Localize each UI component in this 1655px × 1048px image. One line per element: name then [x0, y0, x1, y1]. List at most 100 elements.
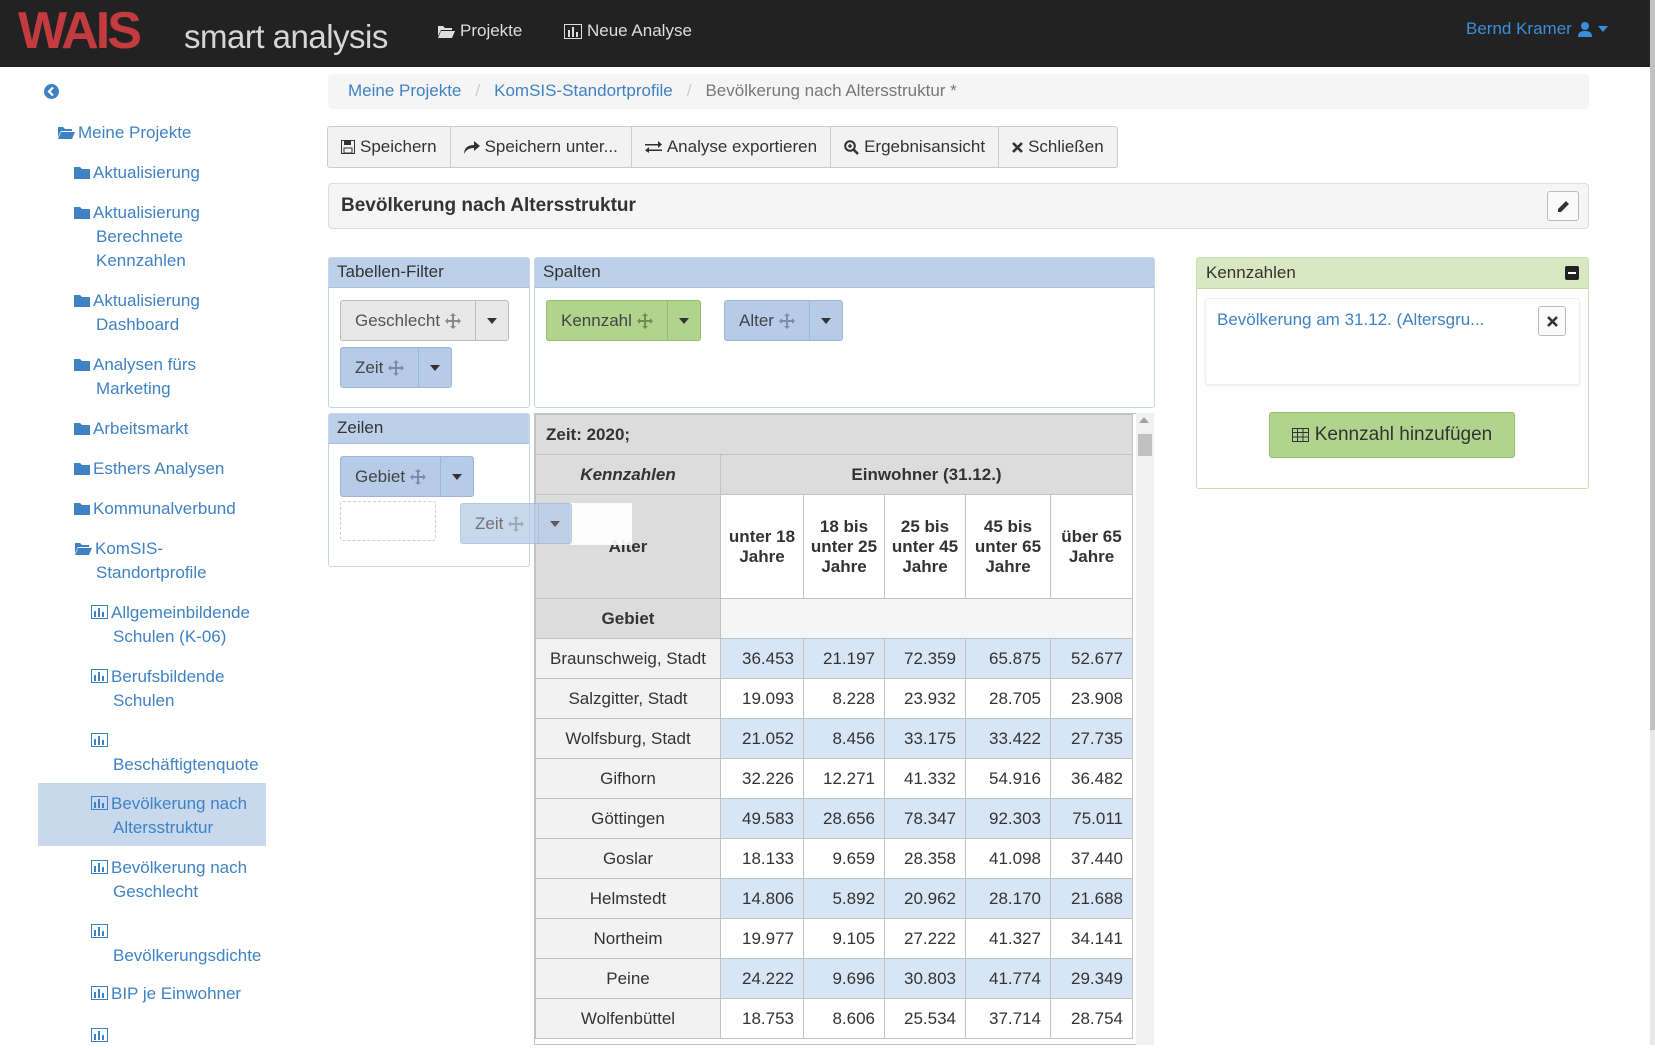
logo[interactable]: WAIS: [18, 3, 142, 59]
folder-open-icon: [58, 127, 75, 139]
table-cell: 25.534: [884, 998, 966, 1039]
sidebar-item-arbeitsmarkt[interactable]: Arbeitsmarkt: [74, 417, 188, 441]
age-col-3: 45 bis unter 65 Jahre: [965, 494, 1051, 599]
dragging-zeit-dropdown[interactable]: [538, 503, 573, 544]
table-row: Gifhorn 32.226 12.271 41.332 54.916 36.482: [535, 758, 1133, 799]
save-as-button[interactable]: Speichern unter...: [449, 126, 632, 168]
bar-chart-icon: [90, 859, 109, 875]
table-cell: 9.696: [803, 958, 885, 999]
table-scrollbar-thumb[interactable]: [1138, 434, 1152, 456]
top-navbar: WAIS smart analysis Projekte Neue Analys…: [0, 0, 1650, 67]
sidebar-item-aktualisierung[interactable]: Aktualisierung: [74, 161, 244, 185]
breadcrumb-komsis[interactable]: KomSIS-Standortprofile: [494, 81, 673, 102]
sidebar-subitem-allgemeinbildende[interactable]: Allgemeinbildende Schulen (K-06): [90, 601, 266, 649]
rows-header: Zeilen: [329, 414, 529, 444]
sidebar-subitem-beschaeftigtenquote[interactable]: Beschäftigtenquote: [90, 729, 266, 777]
export-button[interactable]: Analyse exportieren: [630, 126, 832, 168]
sidebar-subitem-bevoelkerungsdichte[interactable]: Bevölkerungsdichte: [90, 920, 266, 968]
sidebar-item-meine-projekte[interactable]: Meine Projekte: [57, 121, 191, 145]
close-icon: [1012, 141, 1023, 153]
row-label: Helmstedt: [535, 878, 721, 919]
table-cell: 33.175: [884, 718, 966, 759]
move-icon: [445, 312, 462, 329]
row-gebiet[interactable]: Gebiet: [340, 456, 475, 497]
bar-chart-icon: [90, 1027, 109, 1043]
remove-kennzahl-button[interactable]: [1538, 306, 1566, 336]
bar-chart-icon: [90, 985, 109, 1001]
table-cell: 14.806: [720, 878, 804, 919]
sidebar-subitem-berufsbildende[interactable]: Berufsbildende Schulen: [90, 665, 246, 713]
table-cell: 18.753: [720, 998, 804, 1039]
kennzahl-item: Bevölkerung am 31.12. (Altersgru...: [1205, 298, 1580, 385]
table-cell: 30.803: [884, 958, 966, 999]
table-cell: 21.052: [720, 718, 804, 759]
filter-zeit[interactable]: Zeit: [340, 347, 453, 388]
collapse-sidebar-icon[interactable]: [44, 84, 59, 99]
minus-square-icon[interactable]: [1565, 266, 1579, 280]
page-scrollbar-thumb[interactable]: [1650, 0, 1655, 730]
sidebar-item-komsis[interactable]: KomSIS-Standortprofile: [74, 537, 214, 585]
table-cell: 29.349: [1050, 958, 1133, 999]
share-icon: [463, 140, 480, 154]
sidebar-item-aktualisierung-dashboard[interactable]: Aktualisierung Dashboard: [74, 289, 234, 337]
table-scroll-up-arrow[interactable]: [1139, 417, 1149, 423]
row-label: Wolfenbüttel: [535, 998, 721, 1039]
table-cell: 34.141: [1050, 918, 1133, 959]
caret-down-icon: [820, 317, 831, 324]
rows-drop-placeholder[interactable]: [340, 501, 436, 541]
move-icon: [636, 312, 653, 329]
table-row: Wolfenbüttel 18.753 8.606 25.534 37.714 28.75…: [535, 998, 1133, 1039]
filter-geschlecht-dropdown[interactable]: [475, 300, 510, 341]
column-kennzahl[interactable]: Kennzahl: [546, 300, 701, 341]
sidebar-item-aktualisierung-berechnete[interactable]: Aktualisierung Berechnete Kennzahlen: [74, 201, 239, 273]
caret-down-icon: [430, 364, 441, 371]
table-cell: 28.358: [884, 838, 966, 879]
sidebar-item-esthers-analysen[interactable]: Esthers Analysen: [74, 457, 224, 481]
move-icon: [388, 359, 405, 376]
sidebar-subitem-next[interactable]: [90, 1024, 111, 1048]
dragging-zeit[interactable]: Zeit: [460, 503, 573, 544]
column-alter[interactable]: Alter: [724, 300, 843, 341]
user-menu[interactable]: Bernd Kramer: [1466, 19, 1608, 39]
filter-zeit-dropdown[interactable]: [418, 347, 453, 388]
move-icon: [508, 515, 525, 532]
sidebar-subitem-geschlecht[interactable]: Bevölkerung nach Geschlecht: [90, 856, 266, 904]
zoom-icon: [844, 139, 859, 155]
kennzahl-item-link[interactable]: Bevölkerung am 31.12. (Altersgru...: [1217, 310, 1484, 330]
sidebar-subitem-bip[interactable]: BIP je Einwohner: [90, 982, 241, 1006]
table-cell: 92.303: [965, 798, 1051, 839]
table-scrollbar[interactable]: [1136, 413, 1154, 1045]
folder-icon: [74, 463, 90, 475]
save-button[interactable]: Speichern: [327, 126, 451, 168]
column-kennzahl-dropdown[interactable]: [666, 300, 701, 341]
table-filter-header: Tabellen-Filter: [329, 258, 529, 288]
exchange-icon: [644, 141, 662, 153]
breadcrumb-meine-projekte[interactable]: Meine Projekte: [348, 81, 461, 102]
edit-title-button[interactable]: [1547, 191, 1579, 221]
pivot-body: Braunschweig, Stadt 36.453 21.197 72.359 65.…: [535, 638, 1133, 1039]
add-kennzahl-button[interactable]: Kennzahl hinzufügen: [1269, 412, 1515, 458]
result-view-button[interactable]: Ergebnisansicht: [830, 126, 1000, 168]
table-row: Braunschweig, Stadt 36.453 21.197 72.359 65.…: [535, 638, 1133, 679]
caret-down-icon: [1597, 26, 1608, 32]
column-alter-dropdown[interactable]: [808, 300, 843, 341]
nav-projects[interactable]: Projekte: [437, 21, 522, 41]
kennzahlen-header: Kennzahlen: [1197, 258, 1588, 289]
filter-geschlecht[interactable]: Geschlecht: [340, 300, 510, 341]
close-button[interactable]: Schließen: [998, 126, 1118, 168]
sidebar-item-kommunalverbund[interactable]: Kommunalverbund: [74, 497, 236, 521]
measure-header: Einwohner (31.12.): [720, 454, 1133, 495]
row-label: Göttingen: [535, 798, 721, 839]
table-row: Goslar 18.133 9.659 28.358 41.098 37.440: [535, 838, 1133, 879]
sidebar-subitem-altersstruktur[interactable]: Bevölkerung nach Altersstruktur: [90, 792, 266, 840]
sidebar-item-analysen-marketing[interactable]: Analysen fürs Marketing: [74, 353, 224, 401]
nav-new-analysis[interactable]: Neue Analyse: [564, 21, 692, 41]
table-row: Göttingen 49.583 28.656 78.347 92.303 75.011: [535, 798, 1133, 839]
table-cell: 28.656: [803, 798, 885, 839]
columns-header: Spalten: [535, 258, 1154, 288]
row-gebiet-dropdown[interactable]: [440, 456, 475, 497]
table-cell: 41.774: [965, 958, 1051, 999]
row-label: Northeim: [535, 918, 721, 959]
caret-down-icon: [487, 317, 498, 324]
table-cell: 72.359: [884, 638, 966, 679]
